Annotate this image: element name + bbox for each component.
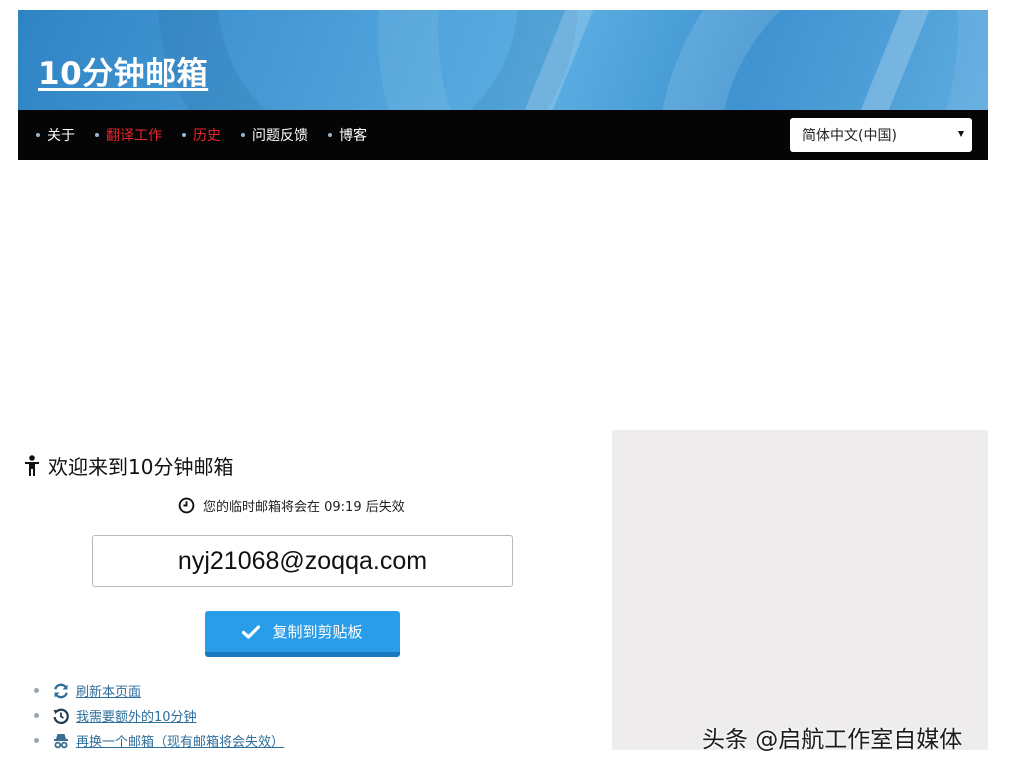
email-address-value: nyj21068@zoqqa.com — [177, 546, 428, 575]
list-bullet — [34, 713, 39, 718]
banner-decoration — [658, 10, 988, 110]
language-select[interactable]: 简体中文(中国) — [790, 118, 972, 152]
nav-bullet — [182, 133, 186, 137]
list-bullet — [34, 688, 39, 693]
nav-bullet — [36, 133, 40, 137]
ad-panel — [612, 430, 988, 750]
refresh-icon — [54, 683, 68, 698]
check-icon — [242, 624, 261, 639]
expiry-timer: 您的临时邮箱将会在 09:19 后失效 — [178, 496, 405, 515]
watermark-text: 头条 @启航工作室自媒体 — [702, 727, 963, 753]
copy-to-clipboard-button[interactable]: 复制到剪贴板 — [205, 611, 400, 657]
nav-bullet — [328, 133, 332, 137]
banner-decoration — [158, 10, 578, 110]
nav-bullet — [95, 133, 99, 137]
nav-item-label: 博客 — [339, 128, 367, 144]
nav-item-label: 关于 — [47, 128, 75, 144]
action-links-list: 刷新本页面 我需要额外的10分钟 再换一个邮箱（现有邮箱将会失效） — [34, 678, 284, 753]
incognito-icon — [54, 733, 68, 748]
nav-item-label: 历史 — [193, 128, 221, 144]
nav-item-history[interactable]: 历史 — [182, 125, 221, 145]
nav-item-translate[interactable]: 翻译工作 — [95, 125, 162, 145]
nav-item-label: 问题反馈 — [252, 128, 308, 144]
person-icon — [25, 454, 39, 476]
list-item: 刷新本页面 — [34, 678, 284, 703]
clock-icon — [178, 497, 195, 514]
nav-bullet — [241, 133, 245, 137]
list-bullet — [34, 738, 39, 743]
copy-button-label: 复制到剪贴板 — [272, 623, 363, 641]
header-banner: 10分钟邮箱 — [18, 10, 988, 110]
email-address-field[interactable]: nyj21068@zoqqa.com — [92, 535, 513, 587]
caret-down-icon — [958, 131, 964, 137]
list-item: 再换一个邮箱（现有邮箱将会失效） — [34, 728, 284, 753]
refresh-page-link[interactable]: 刷新本页面 — [76, 681, 141, 700]
language-select-value: 简体中文(中国) — [802, 128, 897, 144]
nav-item-about[interactable]: 关于 — [36, 125, 75, 145]
expiry-text: 您的临时邮箱将会在 09:19 后失效 — [203, 500, 405, 515]
history-icon — [53, 708, 69, 724]
site-title-link[interactable]: 10分钟邮箱 — [38, 48, 208, 93]
list-item: 我需要额外的10分钟 — [34, 703, 284, 728]
nav-item-feedback[interactable]: 问题反馈 — [241, 125, 308, 145]
welcome-title: 欢迎来到10分钟邮箱 — [48, 455, 234, 479]
welcome-heading: 欢迎来到10分钟邮箱 — [24, 451, 233, 480]
new-mailbox-link[interactable]: 再换一个邮箱（现有邮箱将会失效） — [76, 731, 284, 750]
nav-item-label: 翻译工作 — [106, 128, 162, 144]
nav-item-blog[interactable]: 博客 — [328, 125, 367, 145]
extend-time-link[interactable]: 我需要额外的10分钟 — [76, 706, 197, 725]
main-navbar: 关于 翻译工作 历史 问题反馈 博客 简体中文(中国) — [18, 110, 988, 160]
nav-menu: 关于 翻译工作 历史 问题反馈 博客 — [36, 125, 387, 145]
